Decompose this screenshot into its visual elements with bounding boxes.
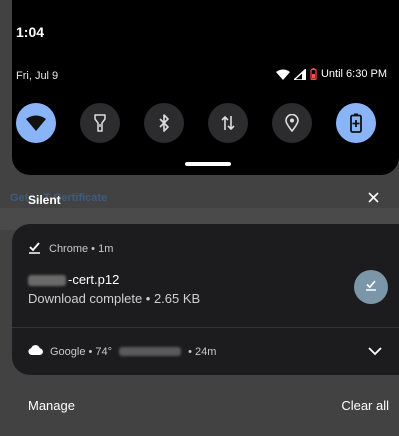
download-status-text: Download complete • 2.65 KB	[28, 291, 201, 306]
alarm-until-text: Until 6:30 PM	[320, 68, 387, 80]
google-notification-header: Google • 74° • 24m	[28, 345, 216, 358]
close-icon	[367, 190, 379, 208]
qs-tile-flashlight[interactable]	[80, 103, 120, 143]
manage-button[interactable]: Manage	[28, 398, 75, 413]
status-clock: 1:04	[16, 24, 45, 40]
silent-section-label: Silent	[28, 193, 61, 207]
shade-drag-handle[interactable]	[185, 162, 231, 166]
chrome-app-line: Chrome • 1m	[49, 243, 114, 255]
quick-settings-shade	[12, 0, 399, 175]
location-icon	[285, 114, 299, 132]
expand-notification-button[interactable]	[365, 342, 385, 362]
dismiss-silent-button[interactable]	[363, 189, 383, 209]
qs-tile-bluetooth[interactable]	[144, 103, 184, 143]
notification-card: Chrome • 1m -cert.p12 Download complete …	[12, 224, 399, 375]
cell-signal-icon	[293, 68, 306, 80]
google-notification-age: • 24m	[188, 345, 217, 358]
file-name-suffix: -cert.p12	[68, 272, 120, 287]
download-done-icon	[28, 241, 41, 257]
qs-tile-battery-saver[interactable]	[336, 103, 376, 143]
chevron-down-icon	[368, 343, 382, 361]
quick-settings-tiles	[16, 103, 376, 143]
open-download-button[interactable]	[354, 270, 388, 304]
alarm-battery-icon	[310, 68, 317, 80]
qs-tile-location[interactable]	[272, 103, 312, 143]
notification-footer: Manage Clear all	[0, 376, 399, 436]
google-weather-notification[interactable]: Google • 74° • 24m	[12, 328, 399, 375]
chrome-download-notification[interactable]: Chrome • 1m -cert.p12 Download complete …	[12, 224, 399, 327]
wifi-icon	[26, 115, 46, 131]
battery-saver-icon	[350, 113, 362, 133]
clear-all-button[interactable]: Clear all	[341, 398, 389, 413]
status-date: Fri, Jul 9	[16, 70, 59, 82]
flashlight-icon	[94, 114, 106, 132]
redacted-location	[119, 347, 182, 356]
download-file-name: -cert.p12	[28, 272, 119, 287]
bluetooth-icon	[158, 114, 170, 132]
status-icons: Until 6:30 PM	[275, 68, 387, 80]
data-arrows-icon	[221, 115, 235, 131]
qs-tile-mobile-data[interactable]	[208, 103, 248, 143]
cloud-icon	[28, 345, 43, 358]
wifi-signal-icon	[275, 69, 290, 80]
redacted-file-prefix	[28, 275, 66, 287]
qs-tile-wifi[interactable]	[16, 103, 56, 143]
chrome-notification-header: Chrome • 1m	[28, 241, 113, 257]
google-app-prefix: Google • 74°	[50, 345, 113, 358]
download-done-icon	[365, 278, 377, 296]
silent-section-header: Silent	[0, 185, 399, 215]
